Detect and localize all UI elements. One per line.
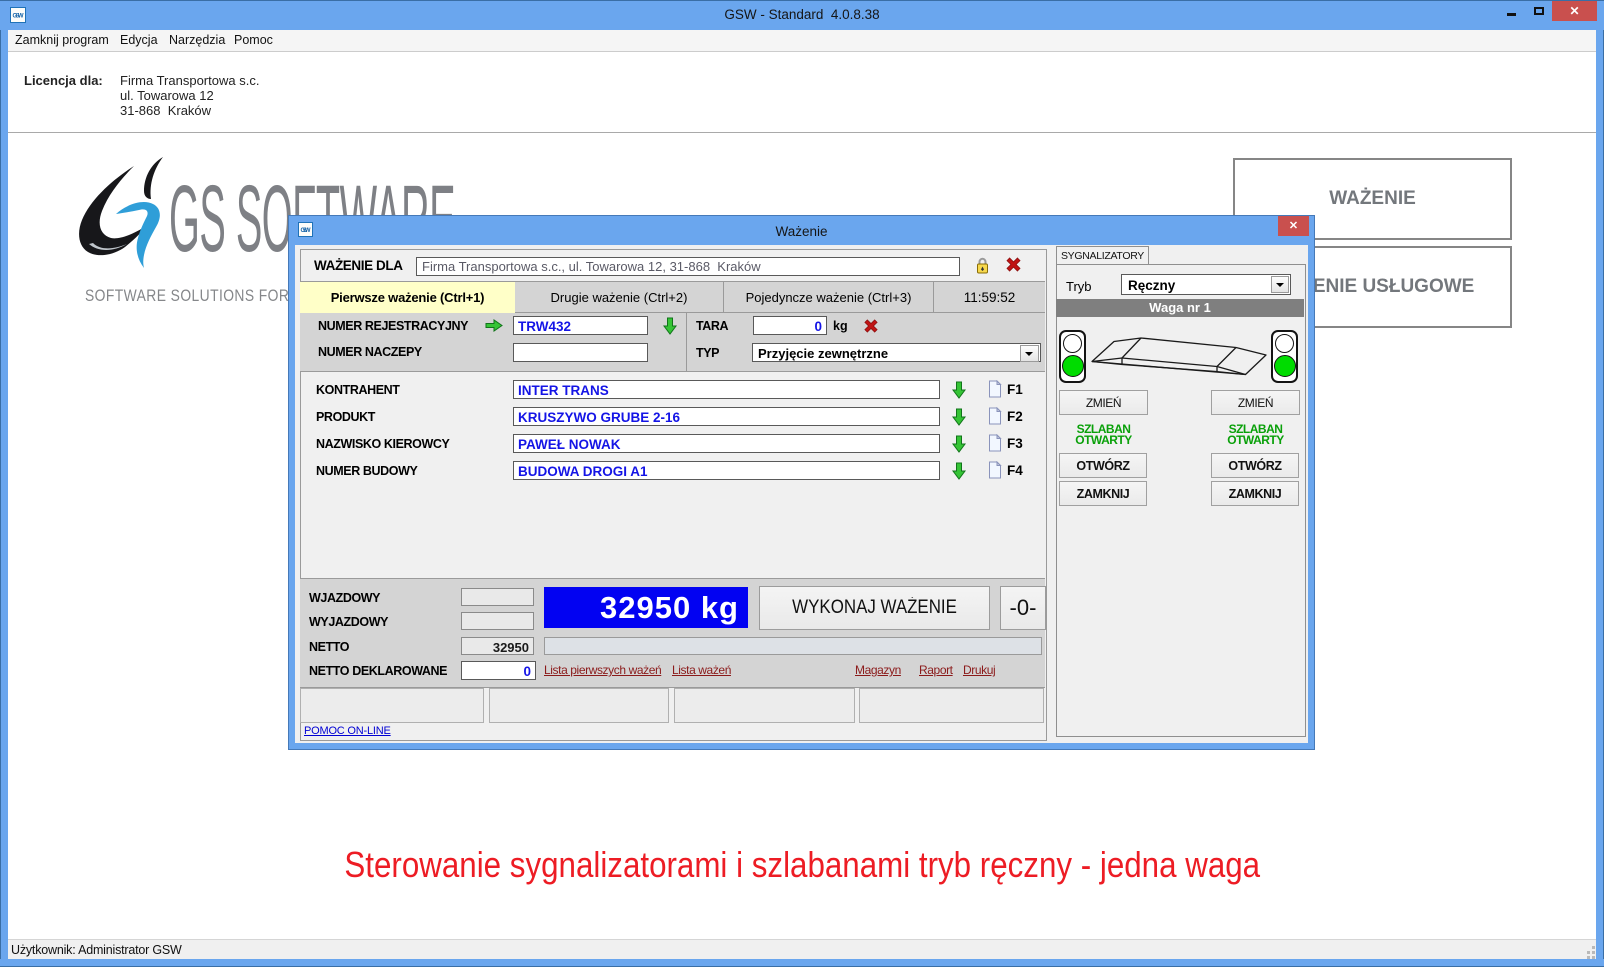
svg-text:GSW: GSW xyxy=(13,14,24,20)
svg-text:GSW: GSW xyxy=(301,228,311,234)
